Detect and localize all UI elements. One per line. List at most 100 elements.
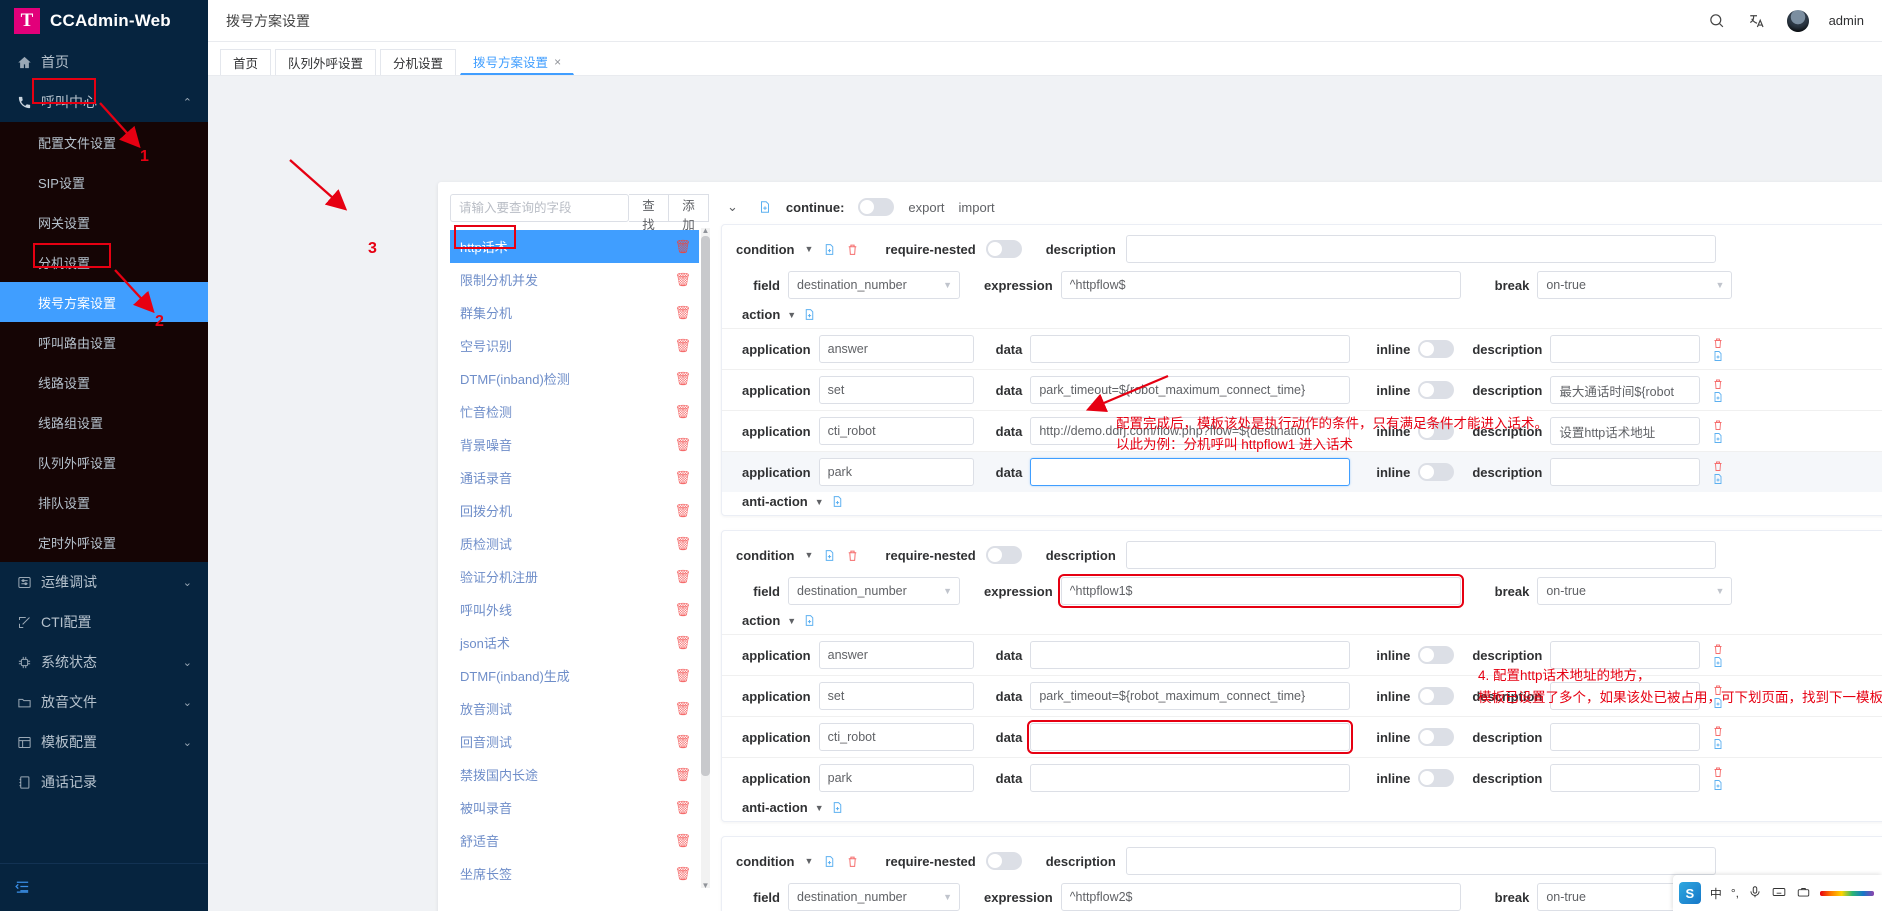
condition-description-input[interactable] (1126, 847, 1716, 875)
list-item[interactable]: 验证分机注册🗑 (450, 560, 699, 593)
application-input[interactable] (819, 458, 974, 486)
chevron-down-icon[interactable]: ⌄ (721, 199, 744, 215)
sidebar-collapse-bar[interactable] (0, 863, 208, 911)
continue-toggle[interactable] (858, 198, 894, 216)
sidebar-item-audio-files[interactable]: 放音文件 ⌄ (0, 682, 208, 722)
action-description-input[interactable] (1550, 376, 1700, 404)
inline-toggle[interactable] (1418, 687, 1454, 705)
add-action-row-icon[interactable] (1712, 350, 1724, 362)
inline-toggle[interactable] (1418, 340, 1454, 358)
action-description-input[interactable] (1550, 764, 1700, 792)
application-input[interactable] (819, 682, 974, 710)
data-input[interactable] (1030, 641, 1350, 669)
chevron-down-icon[interactable]: ▼ (805, 856, 814, 866)
delete-action-icon[interactable] (1712, 766, 1724, 778)
scroll-up-icon[interactable]: ▲ (701, 226, 710, 235)
list-item[interactable]: 放音测试🗑 (450, 692, 699, 725)
chevron-down-icon[interactable]: ▼ (815, 803, 824, 813)
trash-icon[interactable]: 🗑 (674, 404, 691, 420)
delete-action-icon[interactable] (1712, 337, 1724, 349)
translate-icon[interactable] (1747, 11, 1767, 31)
expression-input[interactable] (1061, 883, 1461, 911)
sidebar-subitem-call-route-settings[interactable]: 呼叫路由设置 (0, 322, 208, 362)
inline-toggle[interactable] (1418, 728, 1454, 746)
action-description-input[interactable] (1550, 335, 1700, 363)
require-nested-toggle[interactable] (986, 546, 1022, 564)
trash-icon[interactable]: 🗑 (674, 833, 691, 849)
data-input[interactable] (1030, 458, 1350, 486)
field-select[interactable]: destination_number▼ (788, 271, 960, 299)
sidebar-item-call-records[interactable]: 通话记录 (0, 762, 208, 802)
inline-toggle[interactable] (1418, 769, 1454, 787)
condition-description-input[interactable] (1126, 235, 1716, 263)
application-input[interactable] (819, 723, 974, 751)
list-item[interactable]: DTMF(inband)检测🗑 (450, 362, 699, 395)
user-name[interactable]: admin (1829, 13, 1864, 28)
list-item[interactable]: http话术🗑 (450, 230, 699, 263)
list-item[interactable]: 限制分机并发🗑 (450, 263, 699, 296)
list-item[interactable]: 空号识别🗑 (450, 329, 699, 362)
add-action-row-icon[interactable] (1712, 432, 1724, 444)
add-action-row-icon[interactable] (1712, 738, 1724, 750)
inline-toggle[interactable] (1418, 422, 1454, 440)
trash-icon[interactable]: 🗑 (674, 866, 691, 882)
scrollbar-thumb[interactable] (701, 236, 710, 776)
sidebar-item-ops-debug[interactable]: 运维调试 ⌄ (0, 562, 208, 602)
data-input[interactable] (1030, 417, 1350, 445)
trash-icon[interactable]: 🗑 (674, 602, 691, 618)
sidebar-subitem-sip-settings[interactable]: SIP设置 (0, 162, 208, 202)
sidebar-item-home[interactable]: 首页 (0, 42, 208, 82)
list-item[interactable]: 被叫录音🗑 (450, 791, 699, 824)
application-input[interactable] (819, 641, 974, 669)
delete-action-icon[interactable] (1712, 460, 1724, 472)
data-input[interactable] (1030, 723, 1350, 751)
add-condition-icon[interactable] (823, 855, 836, 868)
add-action-row-icon[interactable] (1712, 473, 1724, 485)
field-select[interactable]: destination_number▼ (788, 577, 960, 605)
sogou-pinyin-icon[interactable]: S (1679, 882, 1701, 904)
find-button[interactable]: 查找 (629, 194, 669, 222)
expression-input[interactable] (1061, 271, 1461, 299)
trash-icon[interactable]: 🗑 (674, 734, 691, 750)
action-description-input[interactable] (1550, 458, 1700, 486)
trash-icon[interactable]: 🗑 (674, 503, 691, 519)
action-description-input[interactable] (1550, 641, 1700, 669)
trash-icon[interactable]: 🗑 (674, 635, 691, 651)
trash-icon[interactable]: 🗑 (674, 338, 691, 354)
application-input[interactable] (819, 335, 974, 363)
data-input[interactable] (1030, 764, 1350, 792)
collapse-menu-icon[interactable] (14, 878, 31, 898)
list-item[interactable]: 群集分机🗑 (450, 296, 699, 329)
delete-action-icon[interactable] (1712, 643, 1724, 655)
trash-icon[interactable]: 🗑 (674, 536, 691, 552)
import-link[interactable]: import (959, 200, 995, 215)
chevron-down-icon[interactable]: ▼ (787, 616, 796, 626)
sidebar-subitem-profile-settings[interactable]: 配置文件设置 (0, 122, 208, 162)
sidebar-subitem-queue-outbound-settings[interactable]: 队列外呼设置 (0, 442, 208, 482)
tab-home[interactable]: 首页 (220, 49, 271, 75)
trash-icon[interactable]: 🗑 (674, 470, 691, 486)
delete-action-icon[interactable] (1712, 378, 1724, 390)
sidebar-item-call-center[interactable]: 呼叫中心 ⌃ (0, 82, 208, 122)
delete-condition-icon[interactable] (846, 549, 859, 562)
scroll-down-icon[interactable]: ▼ (701, 881, 710, 890)
list-item[interactable]: 回音测试🗑 (450, 725, 699, 758)
list-item[interactable]: 质检测试🗑 (450, 527, 699, 560)
list-item[interactable]: 坐席长签🗑 (450, 857, 699, 890)
action-description-input[interactable] (1550, 417, 1700, 445)
list-item[interactable]: 呼叫外线🗑 (450, 593, 699, 626)
sidebar-subitem-dialplan-settings[interactable]: 拨号方案设置 (0, 282, 208, 322)
chevron-down-icon[interactable]: ▼ (815, 497, 824, 507)
avatar[interactable] (1787, 10, 1809, 32)
add-condition-icon[interactable] (823, 549, 836, 562)
sidebar-item-system-status[interactable]: 系统状态 ⌄ (0, 642, 208, 682)
chevron-down-icon[interactable]: ▼ (805, 550, 814, 560)
application-input[interactable] (819, 417, 974, 445)
tab-queue-outbound[interactable]: 队列外呼设置 (275, 49, 376, 75)
add-action-row-icon[interactable] (1712, 391, 1724, 403)
trash-icon[interactable]: 🗑 (674, 437, 691, 453)
inline-toggle[interactable] (1418, 381, 1454, 399)
export-link[interactable]: export (908, 200, 944, 215)
add-action-icon[interactable] (803, 614, 816, 627)
add-action-icon[interactable] (803, 308, 816, 321)
